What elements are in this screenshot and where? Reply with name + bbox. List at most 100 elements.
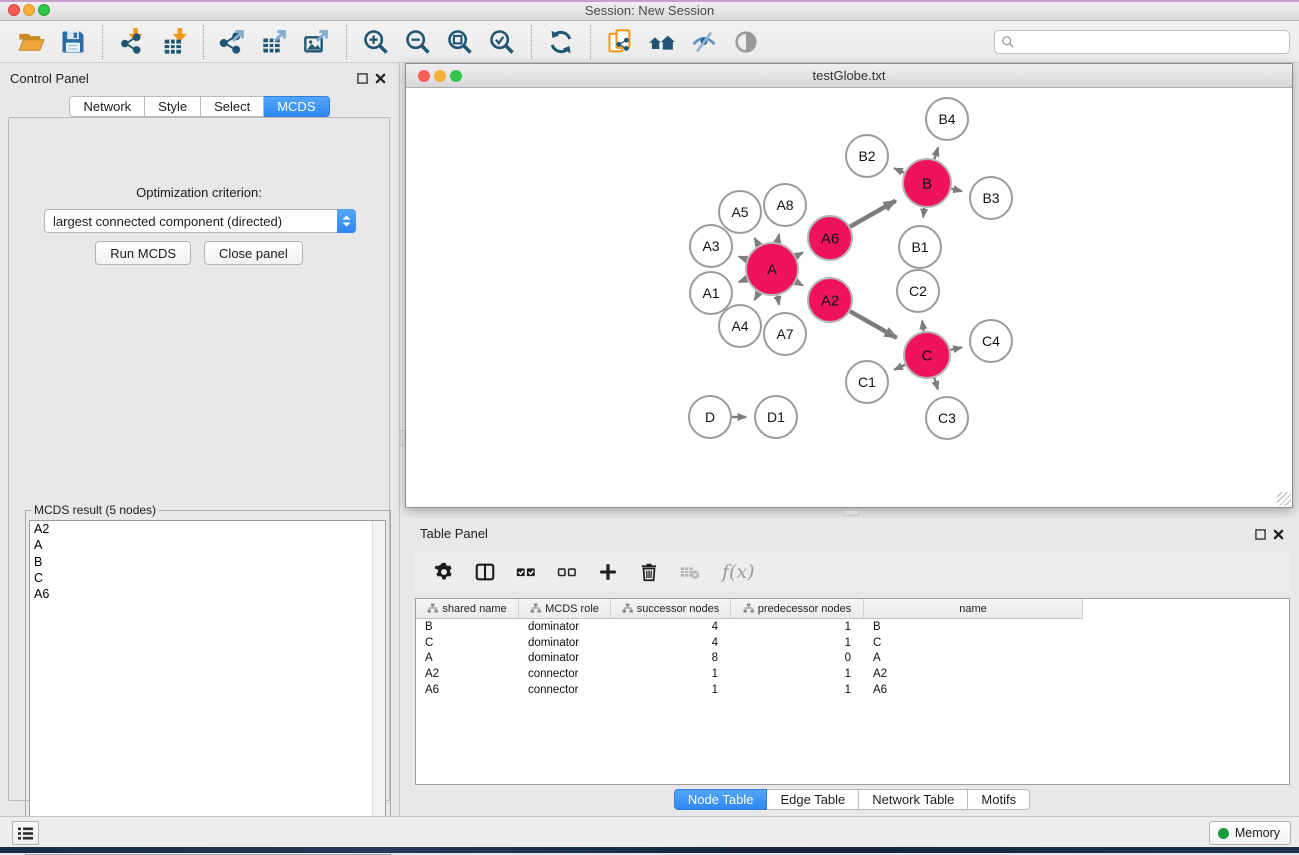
graph-node-C1[interactable]: C1 [846, 361, 888, 403]
graph-edge-A-A6[interactable] [796, 253, 803, 257]
table-close-panel-icon[interactable] [1272, 528, 1285, 541]
graph-node-B[interactable]: B [903, 159, 951, 207]
tab-network[interactable]: Network [69, 96, 145, 117]
column-header-predecessor-nodes[interactable]: predecessor nodes [731, 599, 864, 619]
zoom-selected-icon[interactable] [485, 25, 519, 59]
table-row[interactable]: Adominator80A [416, 650, 1289, 666]
graph-node-A[interactable]: A [746, 243, 798, 295]
zoom-in-icon[interactable] [359, 25, 393, 59]
column-header-MCDS-role[interactable]: MCDS role [519, 599, 611, 619]
graph-node-B4[interactable]: B4 [926, 98, 968, 140]
vertical-splitter-handle[interactable] [399, 430, 405, 446]
mcds-result-item[interactable]: C [30, 570, 385, 586]
save-icon[interactable] [56, 25, 90, 59]
column-header-shared-name[interactable]: shared name [416, 599, 519, 619]
tab-edge-table[interactable]: Edge Table [767, 789, 859, 810]
select-all-icon[interactable] [513, 559, 539, 585]
export-network-icon[interactable] [216, 25, 250, 59]
close-panel-button[interactable]: Close panel [204, 241, 303, 265]
table-row[interactable]: A6connector11A6 [416, 682, 1289, 698]
optimization-criterion-select[interactable]: largest connected component (directed) [44, 209, 356, 233]
graph-edge-A-A7[interactable] [777, 295, 779, 304]
zoom-out-icon[interactable] [401, 25, 435, 59]
network-canvas[interactable]: A A1 A2 A3 A4 A5 A6 A7 A8 B B1 B2 B3B4 C C1 C2 C3C4 D D1 [406, 88, 1292, 507]
network-graph[interactable]: A A1 A2 A3 A4 A5 A6 A7 A8 B B1 B2 B3B4 C C1 C2 C3C4 D D1 [406, 88, 1292, 507]
graph-node-C2[interactable]: C2 [897, 270, 939, 312]
show-all-icon[interactable] [729, 25, 763, 59]
graph-edge-A-A8[interactable] [777, 234, 779, 242]
tab-motifs[interactable]: Motifs [968, 789, 1030, 810]
column-header-name[interactable]: name [864, 599, 1083, 619]
zoom-fit-icon[interactable] [443, 25, 477, 59]
graph-node-A8[interactable]: A8 [764, 184, 806, 226]
refresh-icon[interactable] [544, 25, 578, 59]
graph-edge-B-B4[interactable] [934, 148, 938, 160]
graph-edge-A-A2[interactable] [796, 282, 803, 286]
graph-node-C[interactable]: C [904, 332, 950, 378]
node-table[interactable]: shared name MCDS role successor nodes pr… [415, 598, 1290, 785]
graph-edge-C-C2[interactable] [922, 321, 923, 332]
graph-edge-A-A4[interactable] [755, 293, 759, 300]
export-image-icon[interactable] [300, 25, 334, 59]
float-panel-icon[interactable] [356, 72, 369, 85]
duplicate-network-icon[interactable] [603, 25, 637, 59]
graph-node-A6[interactable]: A6 [808, 216, 852, 260]
graph-edge-C-C1[interactable] [894, 365, 905, 370]
mcds-result-item[interactable]: A6 [30, 586, 385, 602]
first-neighbors-icon[interactable] [645, 25, 679, 59]
table-row[interactable]: A2connector11A2 [416, 666, 1289, 682]
window-resize-grip[interactable] [1277, 492, 1291, 506]
graph-edge-A-A1[interactable] [739, 279, 747, 282]
columns-icon[interactable] [472, 559, 498, 585]
table-float-panel-icon[interactable] [1254, 528, 1267, 541]
graph-node-C3[interactable]: C3 [926, 397, 968, 439]
mcds-result-item[interactable]: B [30, 554, 385, 570]
graph-node-A4[interactable]: A4 [719, 305, 761, 347]
import-network-icon[interactable] [115, 25, 149, 59]
graph-edge-C-C4[interactable] [950, 347, 961, 349]
graph-node-D1[interactable]: D1 [755, 396, 797, 438]
graph-edge-B-B1[interactable] [923, 208, 924, 217]
graph-edge-A2-C[interactable] [850, 311, 897, 337]
tab-network-table[interactable]: Network Table [859, 789, 968, 810]
graph-node-D[interactable]: D [689, 396, 731, 438]
tab-select[interactable]: Select [201, 96, 264, 117]
graph-node-A2[interactable]: A2 [808, 278, 852, 322]
run-mcds-button[interactable]: Run MCDS [95, 241, 191, 265]
gear-icon[interactable] [431, 559, 457, 585]
mcds-result-item[interactable]: A [30, 537, 385, 553]
graph-node-B2[interactable]: B2 [846, 135, 888, 177]
graph-node-A1[interactable]: A1 [690, 272, 732, 314]
import-table-icon[interactable] [157, 25, 191, 59]
tab-style[interactable]: Style [145, 96, 201, 117]
open-folder-icon[interactable] [14, 25, 48, 59]
deselect-all-icon[interactable] [554, 559, 580, 585]
mcds-result-item[interactable]: A2 [30, 521, 385, 537]
network-window-titlebar[interactable]: testGlobe.txt [406, 64, 1292, 88]
table-row[interactable]: Cdominator41C [416, 635, 1289, 651]
column-header-successor-nodes[interactable]: successor nodes [611, 599, 731, 619]
search-input[interactable] [994, 30, 1290, 54]
graph-node-A7[interactable]: A7 [764, 313, 806, 355]
horizontal-splitter-handle[interactable] [843, 510, 859, 516]
graph-node-A5[interactable]: A5 [719, 191, 761, 233]
tab-mcds[interactable]: MCDS [264, 96, 329, 117]
tab-node-table[interactable]: Node Table [674, 789, 768, 810]
graph-node-B1[interactable]: B1 [899, 226, 941, 268]
graph-edge-C-C3[interactable] [934, 378, 938, 390]
mcds-result-list[interactable]: A2ABCA6 [29, 520, 386, 849]
graph-edge-B-B2[interactable] [894, 168, 904, 172]
graph-node-C4[interactable]: C4 [970, 320, 1012, 362]
graph-edge-B-B3[interactable] [951, 189, 961, 191]
memory-button[interactable]: Memory [1209, 821, 1291, 845]
task-history-button[interactable] [12, 821, 39, 845]
export-table-icon[interactable] [258, 25, 292, 59]
graph-node-A3[interactable]: A3 [690, 225, 732, 267]
hide-selected-icon[interactable] [687, 25, 721, 59]
add-icon[interactable] [595, 559, 621, 585]
close-panel-icon[interactable] [374, 72, 387, 85]
graph-edge-A-A5[interactable] [755, 238, 759, 245]
graph-node-B3[interactable]: B3 [970, 177, 1012, 219]
table-row[interactable]: Bdominator41B [416, 619, 1289, 635]
mcds-list-scrollbar[interactable] [372, 521, 385, 848]
